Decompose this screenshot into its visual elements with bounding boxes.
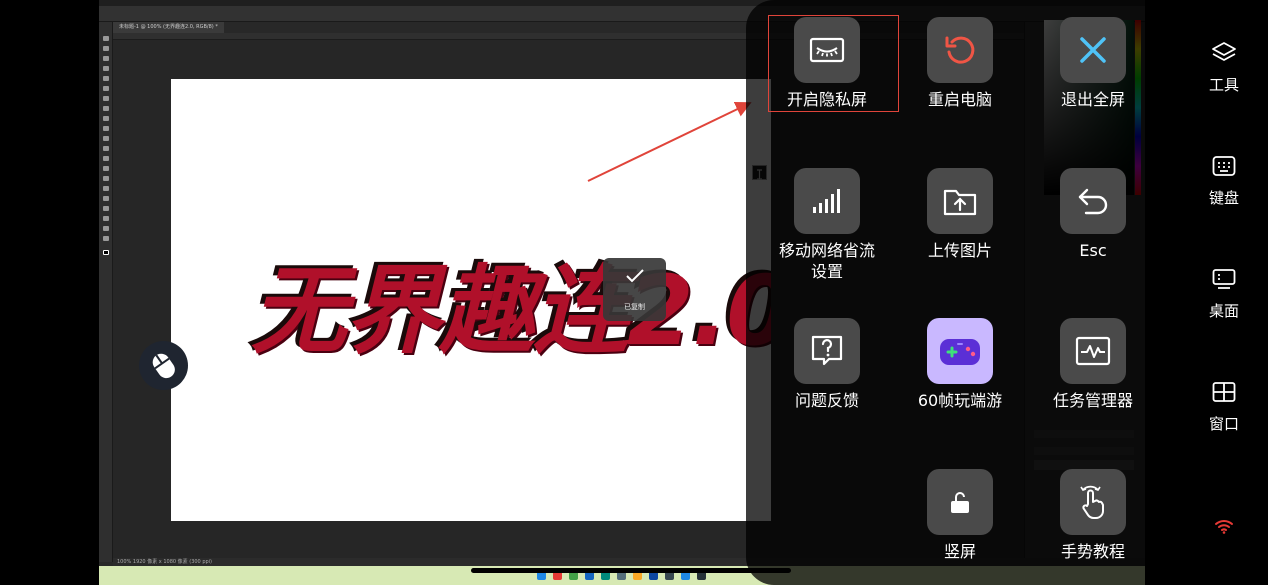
fps60-label: 60帧玩端游 bbox=[917, 391, 1003, 410]
blur-tool-icon[interactable] bbox=[103, 166, 109, 171]
return-arrow-icon bbox=[1078, 188, 1108, 215]
ps-document-tab[interactable]: 未标题-1 @ 100% (无界趣连2.0, RGB/8) * bbox=[113, 22, 224, 33]
mobile-data-saver-button[interactable] bbox=[794, 168, 860, 234]
mobile-data-saver-label: 移动网络省流 设置 bbox=[778, 241, 875, 281]
feedback-button[interactable] bbox=[794, 318, 860, 384]
portrait-control[interactable]: 竖屏 bbox=[885, 469, 1035, 585]
sidebar-item-keyboard[interactable]: 键盘 bbox=[1180, 153, 1268, 213]
path-select-tool-icon[interactable] bbox=[103, 206, 109, 211]
fps60-control[interactable]: 60帧玩端游 bbox=[885, 318, 1035, 438]
upload-image-control[interactable]: 上传图片 bbox=[885, 168, 1035, 288]
stamp-tool-icon[interactable] bbox=[103, 126, 109, 131]
mouse-mode-button[interactable] bbox=[139, 341, 188, 390]
close-icon bbox=[1080, 37, 1106, 63]
copied-toast: 已复制 bbox=[603, 258, 666, 321]
history-brush-tool-icon[interactable] bbox=[103, 136, 109, 141]
sidebar-item-label: 工具 bbox=[1208, 76, 1239, 94]
sidebar-item-label: 桌面 bbox=[1208, 302, 1239, 320]
canvas-text-layer[interactable]: 无界趣连2.0 bbox=[251, 233, 771, 372]
eyedropper-tool-icon[interactable] bbox=[103, 96, 109, 101]
right-sidebar: 工具 键盘 桌面 窗口 bbox=[1180, 0, 1268, 585]
task-manager-label: 任务管理器 bbox=[1052, 391, 1133, 410]
sidebar-item-tools[interactable]: 工具 bbox=[1180, 40, 1268, 100]
mouse-icon bbox=[152, 353, 175, 379]
foreground-color-icon[interactable] bbox=[103, 250, 109, 255]
move-tool-icon[interactable] bbox=[103, 36, 109, 41]
lasso-tool-icon[interactable] bbox=[103, 56, 109, 61]
check-icon bbox=[626, 269, 644, 283]
sidebar-item-window[interactable]: 窗口 bbox=[1180, 379, 1268, 439]
gesture-tutorial-button[interactable] bbox=[1060, 469, 1126, 535]
shape-tool-icon[interactable] bbox=[103, 216, 109, 221]
portrait-label: 竖屏 bbox=[943, 542, 976, 561]
monitor-icon bbox=[1211, 266, 1237, 292]
esc-label: Esc bbox=[1079, 241, 1107, 260]
portrait-button[interactable] bbox=[927, 469, 993, 535]
gesture-tutorial-label: 手势教程 bbox=[1060, 542, 1125, 561]
window-grid-icon bbox=[1211, 379, 1237, 405]
sidebar-item-label: 窗口 bbox=[1208, 415, 1239, 433]
exit-fullscreen-button[interactable] bbox=[1060, 17, 1126, 83]
restart-control[interactable]: 重启电脑 bbox=[885, 17, 1035, 137]
wand-tool-icon[interactable] bbox=[103, 66, 109, 71]
upload-folder-icon bbox=[943, 189, 977, 216]
restart-button[interactable] bbox=[927, 17, 993, 83]
restart-icon bbox=[945, 36, 975, 64]
sidebar-item-desktop[interactable]: 桌面 bbox=[1180, 266, 1268, 326]
feedback-control[interactable]: 问题反馈 bbox=[752, 318, 902, 438]
mobile-data-saver-control[interactable]: 移动网络省流 设置 bbox=[752, 168, 902, 288]
hand-tool-icon[interactable] bbox=[103, 226, 109, 231]
crop-tool-icon[interactable] bbox=[103, 76, 109, 81]
esc-control[interactable]: Esc bbox=[1018, 168, 1168, 288]
gamepad-icon bbox=[940, 339, 980, 365]
question-icon bbox=[811, 335, 843, 366]
rotate-lock-icon bbox=[951, 492, 969, 513]
task-manager-control[interactable]: 任务管理器 bbox=[1018, 318, 1168, 438]
keyboard-icon bbox=[1211, 153, 1237, 179]
signal-bars-icon bbox=[813, 189, 840, 213]
esc-button[interactable] bbox=[1060, 168, 1126, 234]
home-indicator[interactable] bbox=[471, 568, 791, 573]
activity-monitor-icon bbox=[1075, 336, 1111, 366]
type-tool-icon[interactable] bbox=[103, 196, 109, 201]
feedback-label: 问题反馈 bbox=[794, 391, 859, 410]
restart-label: 重启电脑 bbox=[927, 90, 992, 109]
upload-image-label: 上传图片 bbox=[927, 241, 992, 260]
gradient-tool-icon[interactable] bbox=[103, 156, 109, 161]
layers-icon bbox=[1211, 40, 1237, 66]
exit-fullscreen-control[interactable]: 退出全屏 bbox=[1018, 17, 1168, 137]
frame-tool-icon[interactable] bbox=[103, 86, 109, 91]
task-manager-button[interactable] bbox=[1060, 318, 1126, 384]
copied-label: 已复制 bbox=[624, 303, 645, 311]
upload-image-button[interactable] bbox=[927, 168, 993, 234]
fps60-button[interactable] bbox=[927, 318, 993, 384]
remote-desktop-app: 未标题-1 @ 100% (无界趣连2.0, RGB/8) * 无界趣连2.0 … bbox=[0, 0, 1268, 585]
healing-tool-icon[interactable] bbox=[103, 106, 109, 111]
ps-toolbox bbox=[99, 22, 113, 562]
marquee-tool-icon[interactable] bbox=[103, 46, 109, 51]
pen-tool-icon[interactable] bbox=[103, 186, 109, 191]
dodge-tool-icon[interactable] bbox=[103, 176, 109, 181]
sidebar-item-label: 键盘 bbox=[1208, 189, 1239, 207]
zoom-tool-icon[interactable] bbox=[103, 236, 109, 241]
ps-document-canvas[interactable]: 无界趣连2.0 bbox=[171, 79, 771, 521]
gesture-tutorial-control[interactable]: 手势教程 bbox=[1018, 469, 1168, 585]
gesture-hand-icon bbox=[1080, 485, 1104, 519]
exit-fullscreen-label: 退出全屏 bbox=[1060, 90, 1125, 109]
brush-tool-icon[interactable] bbox=[103, 116, 109, 121]
eraser-tool-icon[interactable] bbox=[103, 146, 109, 151]
highlight-box bbox=[768, 15, 899, 112]
wifi-icon bbox=[1214, 518, 1234, 538]
